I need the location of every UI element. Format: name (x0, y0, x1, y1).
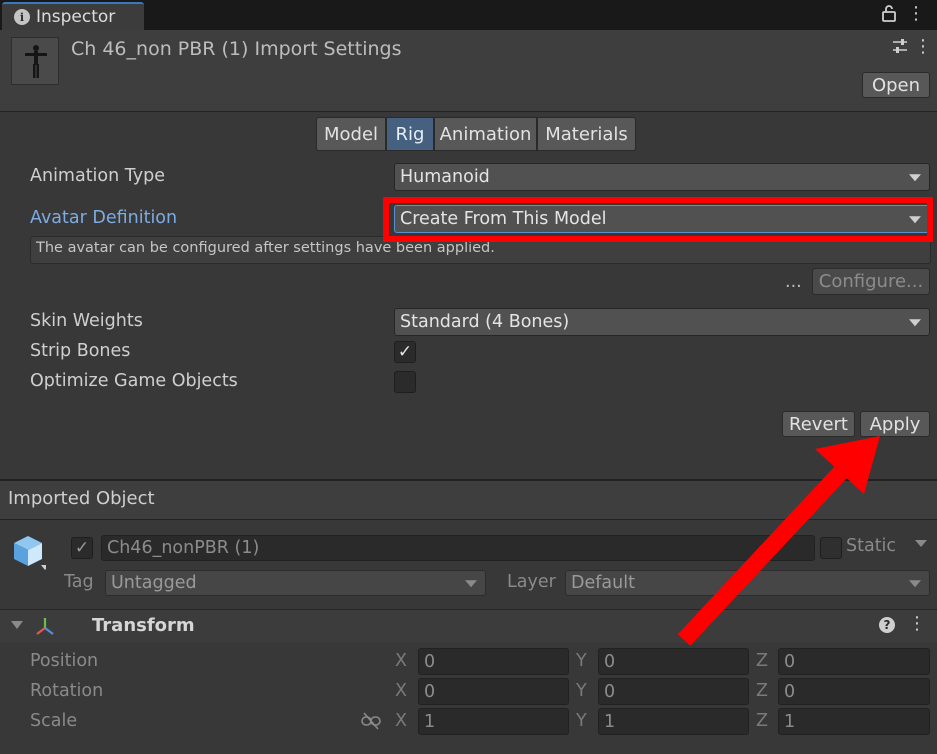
annotation-arrow-icon (677, 436, 880, 646)
